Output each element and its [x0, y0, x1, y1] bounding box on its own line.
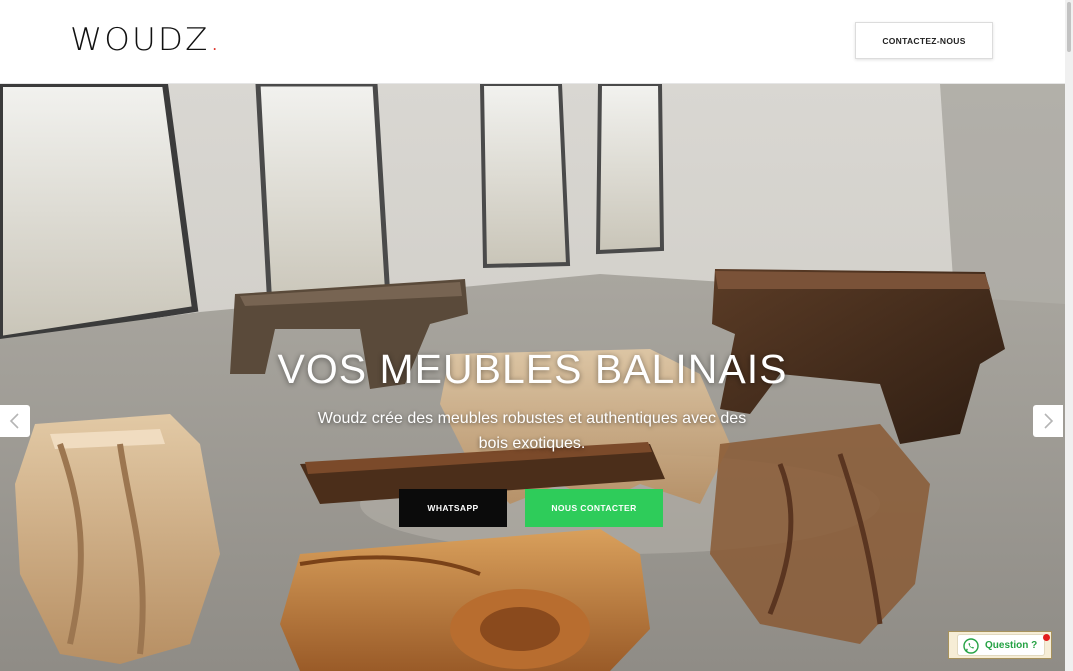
contact-us-button[interactable]: CONTACTEZ-NOUS	[855, 22, 993, 59]
contact-us-hero-button[interactable]: NOUS CONTACTER	[525, 489, 663, 527]
site-header: WOUDZ. CONTACTEZ-NOUS	[0, 0, 1065, 84]
logo-dot: .	[209, 22, 222, 58]
scrollbar-thumb[interactable]	[1067, 2, 1071, 52]
page-scrollbar[interactable]	[1065, 0, 1073, 671]
chevron-left-icon	[9, 413, 19, 429]
whatsapp-icon	[963, 638, 979, 654]
hero-slider: VOS MEUBLES BALINAIS Woudz crée des meub…	[0, 84, 1065, 671]
widget-label: Question ?	[985, 640, 1038, 651]
hero-title: VOS MEUBLES BALINAIS	[277, 346, 788, 392]
whatsapp-question-widget[interactable]: Question ?	[948, 631, 1052, 659]
whatsapp-button[interactable]: WHATSAPP	[399, 489, 507, 527]
logo[interactable]: WOUDZ.	[70, 22, 222, 58]
notification-dot	[1043, 634, 1050, 641]
slider-prev-button[interactable]	[0, 405, 30, 437]
chevron-right-icon	[1044, 413, 1054, 429]
slider-next-button[interactable]	[1033, 405, 1063, 437]
logo-text: WOUDZ	[70, 22, 210, 58]
hero-subtitle: Woudz crée des meubles robustes et authe…	[317, 410, 747, 452]
